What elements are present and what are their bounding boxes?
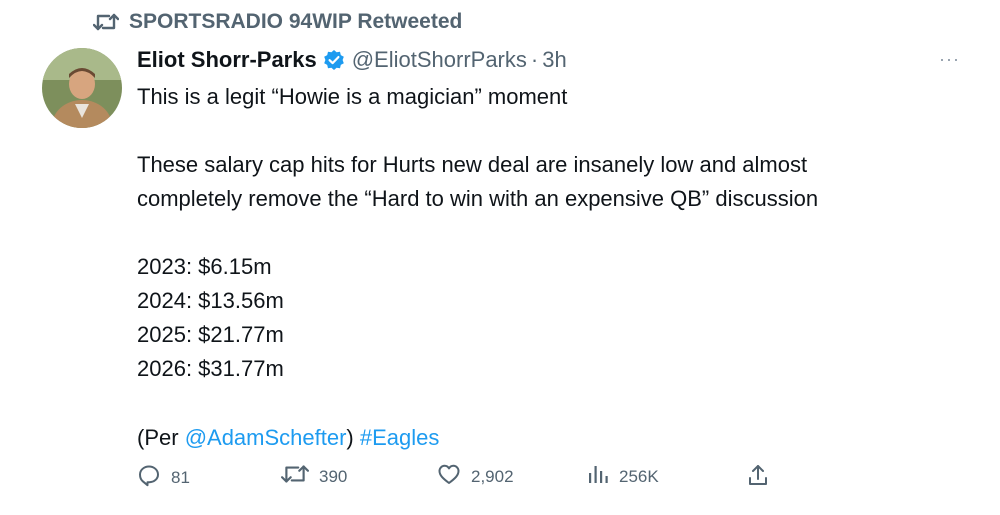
verified-badge-icon[interactable] (323, 49, 345, 71)
like-button[interactable]: 2,902 (437, 463, 514, 490)
retweet-count: 390 (319, 466, 348, 486)
heart-icon (437, 463, 461, 490)
author-handle[interactable]: @EliotShorrParks (352, 47, 527, 73)
reply-button[interactable]: 81 (137, 463, 190, 492)
cap-hit-2026: 2026: $31.77m (137, 356, 284, 381)
reply-icon (137, 463, 161, 492)
per-open-text: (Per (137, 425, 185, 450)
cap-hit-2024: 2024: $13.56m (137, 288, 284, 313)
analytics-icon (587, 463, 609, 490)
tweet-text-line: This is a legit “Howie is a magician” mo… (137, 84, 568, 109)
tweet-text: This is a legit “Howie is a magician” mo… (137, 80, 957, 455)
retweet-button[interactable]: 390 (281, 463, 347, 490)
views-button[interactable]: 256K (587, 463, 659, 490)
avatar[interactable] (42, 48, 122, 128)
retweet-icon (281, 463, 309, 490)
tweet-actions: 81 390 2,902 256K (137, 463, 777, 493)
tweet-text-line: These salary cap hits for Hurts new deal… (137, 152, 808, 177)
cap-hit-2025: 2025: $21.77m (137, 322, 284, 347)
share-button[interactable] (747, 463, 769, 492)
retweet-icon (93, 12, 119, 32)
cap-hit-2023: 2023: $6.15m (137, 254, 272, 279)
header-separator: · (530, 47, 539, 72)
retweet-header[interactable]: SPORTSRADIO 94WIP Retweeted (93, 10, 462, 34)
per-close-text: ) (346, 425, 360, 450)
mention-link[interactable]: @AdamSchefter (185, 425, 347, 450)
hashtag-link[interactable]: #Eagles (360, 425, 440, 450)
reply-count: 81 (171, 467, 190, 487)
author-display-name[interactable]: Eliot Shorr-Parks (137, 47, 317, 73)
like-count: 2,902 (471, 466, 514, 486)
tweet-timestamp[interactable]: 3h (542, 47, 566, 73)
tweet-attribution: (Per @AdamSchefter) #Eagles (137, 421, 957, 455)
retweet-label: SPORTSRADIO 94WIP Retweeted (129, 10, 463, 33)
share-icon (747, 463, 769, 492)
tweet-header: Eliot Shorr-Parks @EliotShorrParks · 3h … (137, 43, 960, 77)
tweet-text-line: completely remove the “Hard to win with … (137, 186, 819, 211)
views-count: 256K (619, 466, 659, 486)
more-options-icon[interactable]: ··· (939, 49, 960, 70)
